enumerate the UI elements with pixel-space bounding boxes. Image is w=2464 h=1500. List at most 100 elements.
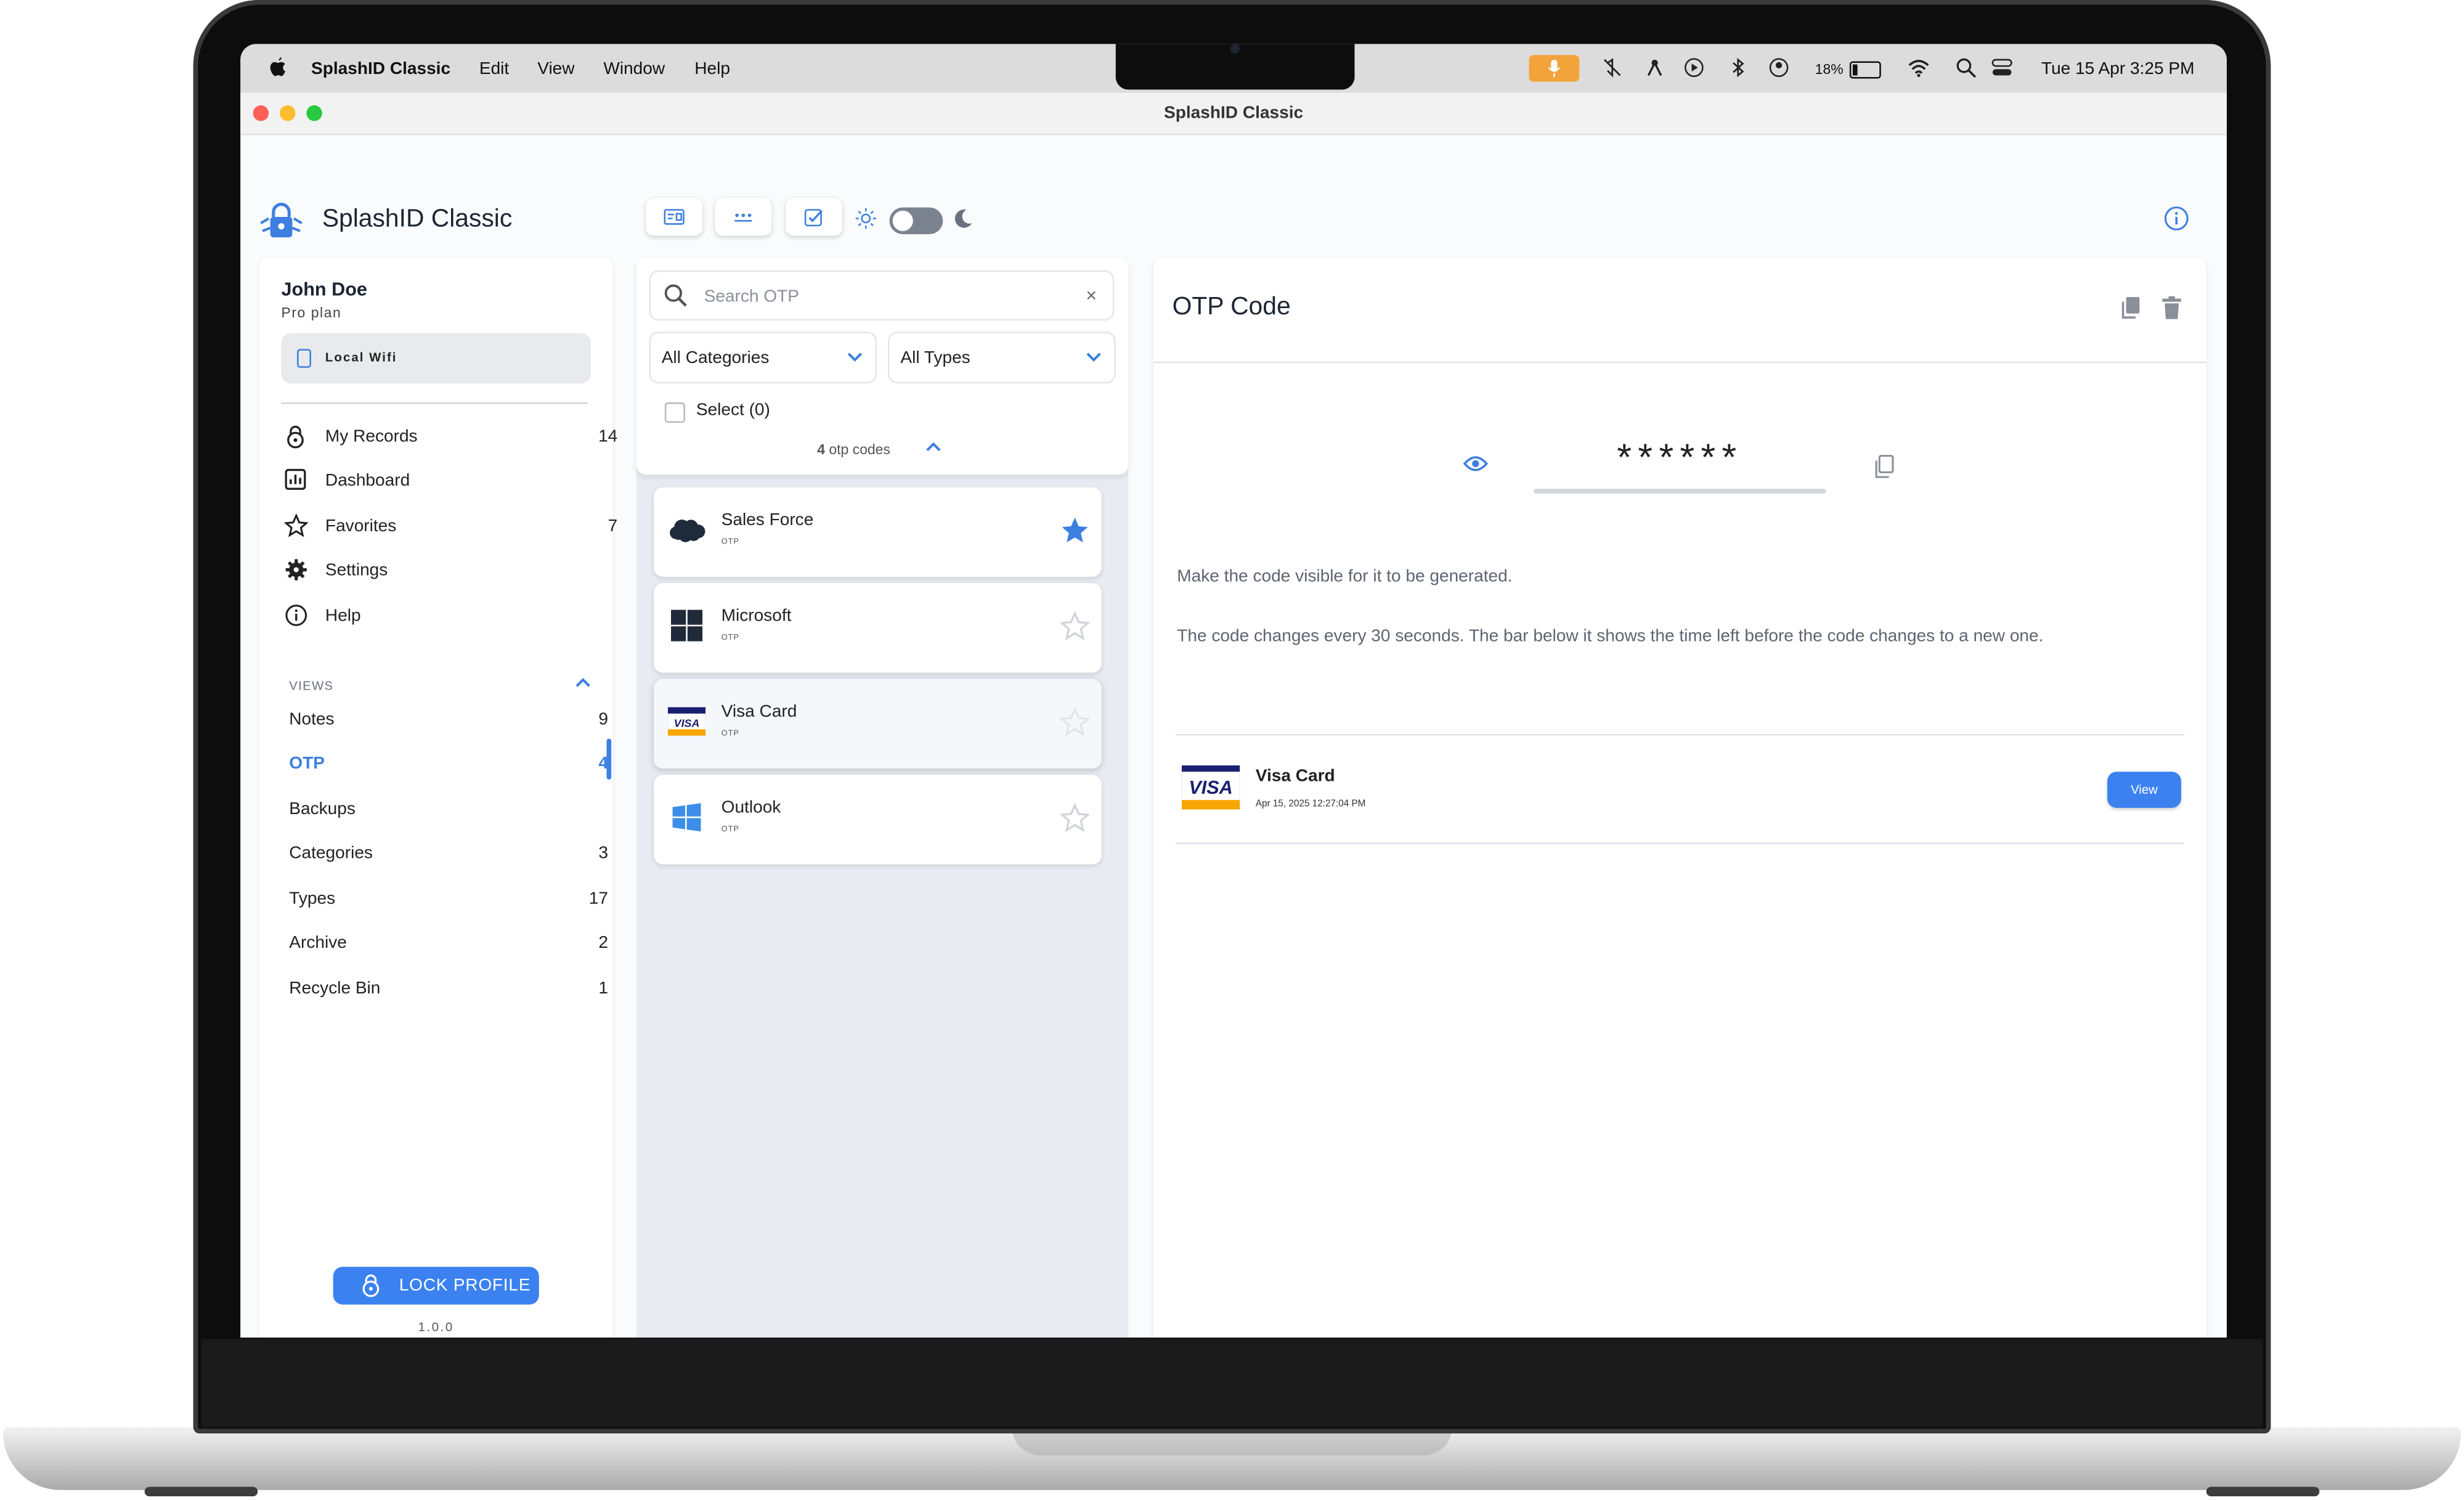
sidebar-item-label: Dashboard	[325, 471, 410, 491]
info-icon[interactable]	[2164, 206, 2189, 231]
sidebar-item-favorites[interactable]: Favorites 7	[282, 511, 617, 542]
view-categories[interactable]: Categories 3	[289, 839, 608, 871]
dropdown-value: All Categories	[661, 349, 770, 368]
otp-count-number: 4	[817, 441, 825, 458]
view-archive[interactable]: Archive 2	[289, 929, 608, 960]
airdrop-icon[interactable]	[1644, 57, 1666, 79]
star-filled-icon[interactable]	[1059, 516, 1091, 545]
zoom-window-button[interactable]	[306, 105, 322, 121]
item-name: Microsoft	[721, 606, 792, 626]
item-name: Outlook	[721, 798, 781, 818]
views-heading: VIEWS	[289, 679, 334, 693]
otp-detail-panel: OTP Code ****** Make the code visible fo…	[1153, 258, 2206, 1338]
lock-profile-button[interactable]: LOCK PROFILE	[333, 1266, 539, 1305]
view-label: Recycle Bin	[289, 979, 381, 998]
search-icon	[664, 284, 687, 307]
star-outline-icon[interactable]	[1059, 611, 1091, 641]
visa-card-icon: VISA	[667, 707, 706, 736]
search-box: ×	[649, 270, 1115, 321]
microsoft-logo-icon	[671, 609, 703, 642]
menubar-clock[interactable]: Tue 15 Apr 3:25 PM	[2041, 60, 2195, 79]
divider	[281, 402, 588, 404]
view-count: 4	[598, 754, 609, 773]
sidebar-item-label: Settings	[325, 561, 388, 581]
close-window-button[interactable]	[253, 105, 269, 121]
wifi-icon[interactable]	[1908, 57, 1930, 79]
bluetooth-icon[interactable]	[1727, 57, 1749, 79]
microphone-indicator[interactable]	[1529, 55, 1580, 82]
view-count: 3	[598, 844, 609, 863]
item-type: OTP	[721, 729, 739, 739]
sidebar-item-count: 14	[598, 427, 618, 447]
view-label: Notes	[289, 710, 335, 730]
search-icon[interactable]	[1955, 57, 1977, 79]
sidebar-item-settings[interactable]: Settings	[282, 555, 596, 586]
gear-icon	[285, 559, 307, 581]
view-otp[interactable]: OTP 4	[289, 750, 608, 781]
phone-icon	[297, 349, 311, 368]
view-recycle-bin[interactable]: Recycle Bin 1	[289, 974, 608, 1006]
item-type: OTP	[721, 633, 739, 643]
theme-toggle[interactable]	[889, 207, 943, 235]
type-filter-dropdown[interactable]: All Types	[887, 332, 1116, 384]
minimize-window-button[interactable]	[279, 105, 296, 121]
battery-icon[interactable]	[1849, 61, 1881, 79]
chevron-up-icon[interactable]	[574, 676, 593, 688]
sidebar-item-dashboard[interactable]: Dashboard	[282, 465, 596, 497]
menu-view[interactable]: View	[537, 60, 574, 79]
play-icon[interactable]	[1683, 57, 1705, 79]
view-label: Categories	[289, 844, 373, 863]
otp-count-suffix: otp codes	[824, 441, 890, 458]
trash-icon[interactable]	[2161, 295, 2183, 320]
view-record-button[interactable]: View	[2107, 772, 2181, 808]
star-outline-icon[interactable]	[1059, 707, 1091, 737]
search-input[interactable]	[701, 281, 1069, 313]
otp-list-panel: × All Categories All Types Select (0) 4 …	[636, 258, 1129, 1338]
otp-list-item[interactable]: Outlook OTP	[653, 775, 1102, 865]
select-all-checkbox[interactable]	[664, 402, 685, 423]
select-label: Select (0)	[696, 401, 770, 420]
chevron-up-icon[interactable]	[924, 440, 943, 452]
copy-icon[interactable]	[2120, 295, 2142, 320]
record-name: Visa Card	[1255, 767, 1335, 786]
clear-search-button[interactable]: ×	[1086, 285, 1097, 307]
view-count: 9	[598, 710, 609, 730]
chevron-down-icon	[1086, 353, 1101, 362]
lock-profile-label: LOCK PROFILE	[399, 1276, 531, 1295]
list-filters: × All Categories All Types Select (0) 4 …	[636, 258, 1129, 475]
category-filter-dropdown[interactable]: All Categories	[649, 332, 877, 384]
otp-list-item-selected[interactable]: VISA Visa Card OTP	[653, 679, 1102, 769]
copy-icon[interactable]	[1873, 454, 1895, 479]
battery-percent: 18%	[1815, 61, 1844, 77]
lock-icon	[362, 1274, 380, 1297]
sidebar-item-count: 7	[608, 517, 618, 536]
view-count: 2	[598, 933, 609, 953]
star-outline-icon[interactable]	[1059, 803, 1091, 833]
view-backups[interactable]: Backups	[289, 796, 595, 827]
menubar-app-name[interactable]: SplashID Classic	[311, 60, 450, 79]
menu-edit[interactable]: Edit	[479, 60, 509, 79]
id-card-icon	[664, 209, 685, 225]
otp-list-item[interactable]: Microsoft OTP	[653, 583, 1102, 673]
view-notes[interactable]: Notes 9	[289, 706, 608, 737]
menu-help[interactable]: Help	[694, 60, 730, 79]
toolbar-password-button[interactable]	[715, 198, 772, 236]
sidebar-item-help[interactable]: Help	[282, 600, 596, 632]
lock-icon	[287, 425, 304, 449]
star-icon	[284, 513, 308, 537]
storage-selector[interactable]: Local Wifi	[281, 333, 591, 384]
toolbar-records-button[interactable]	[646, 198, 703, 236]
control-center-icon[interactable]	[1991, 57, 2013, 79]
sidebar-item-my-records[interactable]: My Records 14	[282, 422, 617, 453]
user-name: John Doe	[281, 278, 367, 301]
otp-list-item[interactable]: Sales Force OTP	[653, 487, 1102, 577]
chart-icon	[285, 468, 306, 490]
user-icon[interactable]	[1768, 57, 1790, 79]
toolbar-tasks-button[interactable]	[786, 198, 843, 236]
menu-window[interactable]: Window	[603, 60, 665, 79]
apple-icon[interactable]	[269, 57, 288, 79]
mute-icon[interactable]	[1601, 57, 1624, 79]
eye-icon[interactable]	[1463, 454, 1489, 473]
app-version: 1.0.0	[418, 1320, 454, 1335]
view-types[interactable]: Types 17	[289, 885, 608, 916]
